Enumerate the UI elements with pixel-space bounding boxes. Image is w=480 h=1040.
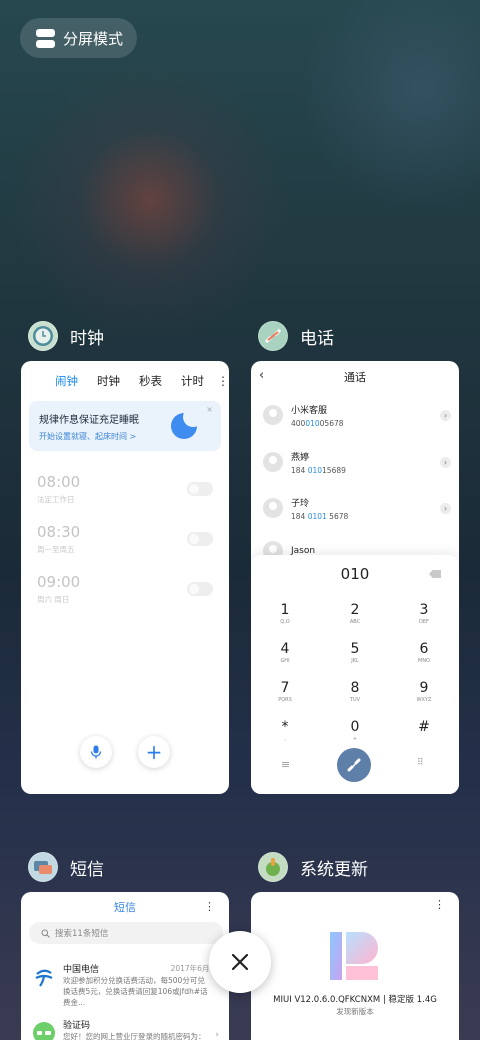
- message-item[interactable]: 验证码 您好！您的网上营业厅登录的随机密码为：710679，有效时间为3分钟。 …: [33, 1018, 219, 1040]
- search-placeholder: 搜索11条短信: [55, 929, 109, 939]
- messages-app-title: 短信: [70, 859, 104, 880]
- message-item[interactable]: 中国电信 2017年6月30 欢迎参加积分兑换话费活动，每500分可兑换话费5元…: [33, 962, 219, 1007]
- contact-name: 小米客服: [291, 405, 328, 416]
- more-options-icon[interactable]: ⋮: [217, 374, 229, 388]
- contact-item[interactable]: 子玲 184 0101 5678 ›: [263, 491, 451, 525]
- call-button[interactable]: [337, 748, 371, 782]
- calls-title: 通话: [344, 371, 366, 384]
- tab-alarm[interactable]: 闹钟: [55, 373, 78, 389]
- phone-app-icon: [258, 321, 288, 351]
- chevron-right-icon[interactable]: ›: [440, 502, 451, 514]
- contact-item[interactable]: 小米客服 40001005678 ›: [263, 398, 451, 432]
- message-preview: 您好！您的网上营业厅登录的随机密码为：710679，有效时间为3分钟。: [63, 1032, 206, 1040]
- chevron-right-icon[interactable]: ›: [440, 456, 451, 468]
- miui-12-logo: [328, 930, 380, 982]
- clock-tab-bar: 闹钟 时钟 秒表 计时 ⋮: [21, 365, 229, 397]
- verification-code-icon: [33, 1022, 55, 1040]
- sleep-schedule-banner[interactable]: 规律作息保证充足睡眠 开始设置就寝、起床时间 > ×: [29, 401, 221, 451]
- dial-key-5[interactable]: 5 JKL: [335, 642, 375, 665]
- new-version-note: 发现新版本: [336, 1007, 374, 1016]
- phone-icon: [347, 758, 361, 772]
- voice-alarm-button[interactable]: [80, 736, 112, 768]
- split-screen-label: 分屏模式: [63, 29, 124, 48]
- dial-key-hash[interactable]: #: [404, 720, 444, 736]
- plus-icon: +: [145, 740, 163, 764]
- alarm-repeat-label: 周一至周五: [37, 545, 75, 554]
- dial-key-9[interactable]: 9 WXYZ: [404, 681, 444, 704]
- contact-number: 184 01015689: [291, 465, 346, 475]
- phone-app-card[interactable]: ‹ 通话 小米客服 40001005678 › 燕婷 184 01015689 …: [251, 361, 459, 794]
- add-alarm-button[interactable]: +: [138, 736, 170, 768]
- split-screen-button[interactable]: 分屏模式: [20, 18, 137, 58]
- more-options-icon[interactable]: ⋮: [434, 898, 445, 911]
- banner-close-icon[interactable]: ×: [206, 405, 213, 414]
- contact-number: 184 0101 5678: [291, 511, 349, 521]
- phone-app-header[interactable]: 电话: [258, 321, 334, 351]
- search-input[interactable]: 搜索11条短信: [29, 922, 223, 944]
- clock-app-card[interactable]: 闹钟 时钟 秒表 计时 ⋮ 规律作息保证充足睡眠 开始设置就寝、起床时间 > ×…: [21, 361, 229, 794]
- tab-timer[interactable]: 计时: [181, 373, 204, 389]
- microphone-icon: [90, 745, 102, 759]
- split-screen-icon: [36, 28, 55, 48]
- chevron-right-icon[interactable]: ›: [440, 409, 451, 421]
- tab-clock[interactable]: 时钟: [97, 373, 120, 389]
- contact-number: 40001005678: [291, 418, 344, 428]
- alarm-repeat-label: 周六 周日: [37, 595, 70, 604]
- keypad-grid-icon[interactable]: ⠿: [417, 758, 424, 768]
- version-info: MIUI V12.0.6.0.QFKCNXM | 稳定版 1.4G: [273, 995, 437, 1005]
- system-update-app-title: 系统更新: [300, 859, 368, 880]
- alarm-item[interactable]: 08:00 法定工作日: [37, 473, 213, 513]
- message-preview: 欢迎参加积分兑换话费活动，每500分可兑换话费5元，兑换话费请回复106或jfd…: [63, 976, 208, 1007]
- tab-stopwatch[interactable]: 秒表: [139, 373, 162, 389]
- alarm-repeat-label: 法定工作日: [37, 495, 75, 504]
- alarm-toggle[interactable]: [187, 532, 213, 546]
- dial-key-0[interactable]: 0 +: [335, 720, 375, 743]
- dialpad: 010 1 Q,O 2 ABC 3 DEF 4 GHI 5 JKL 6 MNO 7 PQRS …: [251, 555, 459, 794]
- dial-key-7[interactable]: 7 PQRS: [265, 681, 305, 704]
- avatar: [263, 452, 283, 472]
- phone-app-title: 电话: [300, 328, 334, 349]
- messages-header: 短信 ⋮: [21, 892, 229, 922]
- search-icon: [41, 929, 50, 938]
- clock-app-icon: [28, 321, 58, 351]
- clear-all-button[interactable]: [209, 931, 271, 993]
- china-telecom-logo: [33, 966, 55, 988]
- messages-title: 短信: [114, 901, 136, 914]
- contact-item[interactable]: 燕婷 184 01015689 ›: [263, 445, 451, 479]
- messages-app-header[interactable]: 短信: [28, 852, 104, 882]
- system-update-app-icon: [258, 852, 288, 882]
- dial-key-6[interactable]: 6 MNO: [404, 642, 444, 665]
- moon-icon: [171, 407, 203, 439]
- chevron-right-icon[interactable]: ›: [215, 1030, 219, 1040]
- clock-app-header[interactable]: 时钟: [28, 321, 104, 351]
- dial-key-2[interactable]: 2 ABC: [335, 603, 375, 626]
- system-update-app-card[interactable]: ⋮ MIUI V12.0.6.0.QFKCNXM | 稳定版 1.4G 发现新版…: [251, 892, 459, 1040]
- system-update-app-header[interactable]: 系统更新: [258, 852, 368, 882]
- messages-app-card[interactable]: 短信 ⋮ 搜索11条短信 中国电信 2017年6月30 欢迎参加积分兑换话费活动…: [21, 892, 229, 1040]
- alarm-item[interactable]: 08:30 周一至周五: [37, 523, 213, 563]
- dial-key-1[interactable]: 1 Q,O: [265, 603, 305, 626]
- dial-key-4[interactable]: 4 GHI: [265, 642, 305, 665]
- menu-icon[interactable]: ≡: [281, 758, 290, 771]
- clock-app-title: 时钟: [70, 328, 104, 349]
- contact-name: 子玲: [291, 498, 310, 509]
- alarm-item[interactable]: 09:00 周六 周日: [37, 573, 213, 613]
- contact-name: 燕婷: [291, 452, 310, 463]
- dial-key-3[interactable]: 3 DEF: [404, 603, 444, 626]
- messages-app-icon: [28, 852, 58, 882]
- dialed-number: 010: [340, 565, 370, 583]
- more-options-icon[interactable]: ⋮: [204, 900, 215, 913]
- back-icon[interactable]: ‹: [259, 368, 264, 383]
- message-sender: 中国电信: [63, 965, 100, 975]
- calls-header: ‹ 通话: [251, 362, 459, 392]
- dial-key-8[interactable]: 8 TUV: [335, 681, 375, 704]
- avatar: [263, 405, 283, 425]
- message-sender: 验证码: [63, 1021, 91, 1031]
- alarm-toggle[interactable]: [187, 482, 213, 496]
- avatar: [263, 498, 283, 518]
- close-icon: [231, 953, 249, 971]
- alarm-toggle[interactable]: [187, 582, 213, 596]
- dial-key-star[interactable]: *,: [265, 720, 305, 743]
